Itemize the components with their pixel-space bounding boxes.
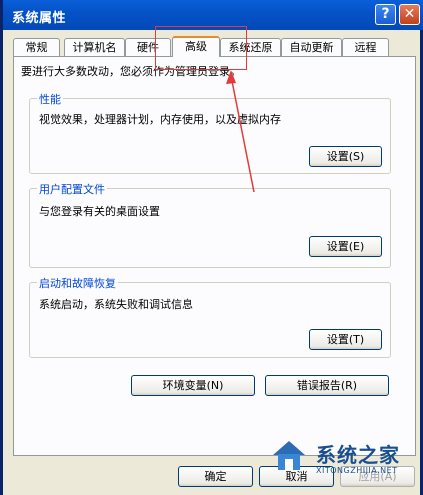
house-logo-icon: [273, 441, 305, 470]
watermark: 系统之家 XITONGZHIJIA.NET: [269, 437, 423, 495]
tab-advanced[interactable]: 高级: [172, 36, 220, 57]
watermark-url: XITONGZHIJIA.NET: [316, 466, 398, 475]
watermark-text: 系统之家: [316, 443, 400, 467]
annotation-arrow: [226, 70, 255, 193]
system-properties-window: 系统属性 ? ✕ 常规 计算机名 硬件 高级 系统还原 自动更新 远程 要进行大…: [0, 0, 423, 495]
